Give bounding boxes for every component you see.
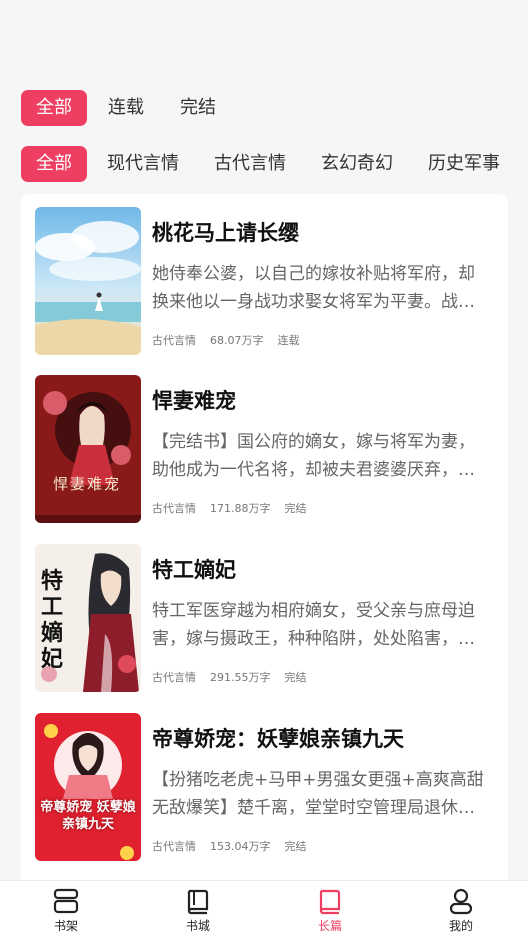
list-item[interactable]: 特工嫡妃 特工嫡妃 特工军医穿越为相府嫡女，受父亲与庶母迫害，嫁与摄政王，种种陷… bbox=[35, 544, 495, 694]
book-status: 完结 bbox=[284, 840, 307, 853]
tab-label: 书城 bbox=[185, 919, 210, 933]
tab-mine[interactable]: 我的 bbox=[431, 887, 491, 934]
book-title[interactable]: 悍妻难宠 bbox=[152, 385, 236, 415]
tab-label: 书架 bbox=[53, 919, 78, 933]
book-icon bbox=[319, 889, 341, 915]
book-cover[interactable] bbox=[35, 207, 141, 355]
book-cover[interactable]: 悍妻难宠 bbox=[35, 375, 141, 523]
book-genre: 古代言情 bbox=[152, 334, 196, 347]
status-filter-serializing[interactable]: 连载 bbox=[93, 90, 159, 126]
book-description: 特工军医穿越为相府嫡女，受父亲与庶母迫害，嫁与摄政王，种种陷阱，处处陷害，步步为… bbox=[152, 601, 475, 649]
list-item[interactable]: 悍妻难宠 悍妻难宠 【完结书】国公府的嫡女，嫁与将军为妻，助他成为一代名将，却被… bbox=[35, 375, 495, 525]
book-meta: 古代言情 153.04万字 完结 bbox=[152, 838, 321, 854]
book-word-count: 291.55万字 bbox=[210, 671, 271, 684]
genre-filter-ancient-romance[interactable]: 古代言情 bbox=[199, 146, 301, 182]
genre-filter-all[interactable]: 全部 bbox=[21, 146, 87, 182]
bottom-tab-bar: 书架 书城 长篇 我的 bbox=[0, 880, 528, 940]
cover-title: 悍妻难宠 bbox=[53, 475, 122, 493]
status-filter-completed[interactable]: 完结 bbox=[165, 90, 231, 126]
book-icon bbox=[187, 889, 209, 915]
book-status: 连载 bbox=[277, 334, 300, 347]
book-genre: 古代言情 bbox=[152, 502, 196, 515]
genre-filter-fantasy[interactable]: 玄幻奇幻 bbox=[306, 146, 408, 182]
book-cover[interactable]: 特工嫡妃 bbox=[35, 544, 141, 692]
book-status: 完结 bbox=[284, 502, 307, 515]
tab-label: 长篇 bbox=[317, 919, 342, 933]
book-description: 她侍奉公婆，以自己的嫁妆补贴将军府，却换来他以一身战功求娶女将军为平妻。战神将军… bbox=[152, 264, 475, 312]
book-word-count: 153.04万字 bbox=[210, 840, 271, 853]
book-genre: 古代言情 bbox=[152, 840, 196, 853]
list-item[interactable]: 帝尊娇宠 妖孽娘亲镇九天 帝尊娇宠：妖孽娘亲镇九天 【扮猪吃老虎+马甲+男强女更… bbox=[35, 713, 495, 863]
book-meta: 古代言情 171.88万字 完结 bbox=[152, 500, 321, 516]
cover-title: 帝尊娇宠 妖孽娘亲镇九天 bbox=[40, 800, 136, 832]
book-title[interactable]: 帝尊娇宠：妖孽娘亲镇九天 bbox=[152, 723, 404, 753]
book-word-count: 68.07万字 bbox=[210, 334, 264, 347]
book-list: 桃花马上请长缨 她侍奉公婆，以自己的嫁妆补贴将军府，却换来他以一身战功求娶女将军… bbox=[21, 194, 508, 884]
book-status: 完结 bbox=[284, 671, 307, 684]
user-icon bbox=[449, 888, 473, 915]
book-description: 【完结书】国公府的嫡女，嫁与将军为妻，助他成为一代名将，却被夫君婆婆厌弃，夫君另… bbox=[152, 432, 475, 480]
book-cover[interactable]: 帝尊娇宠 妖孽娘亲镇九天 bbox=[35, 713, 141, 861]
tab-long-novels[interactable]: 长篇 bbox=[300, 887, 360, 934]
bookshelf-icon bbox=[53, 888, 79, 914]
tab-label: 我的 bbox=[448, 919, 473, 933]
status-filter-all[interactable]: 全部 bbox=[21, 90, 87, 126]
tab-bookstore[interactable]: 书城 bbox=[168, 887, 228, 934]
genre-filter-row: 全部 现代言情 古代言情 玄幻奇幻 历史军事 bbox=[21, 146, 520, 182]
status-filter-row: 全部 连载 完结 bbox=[21, 90, 237, 126]
book-meta: 古代言情 68.07万字 连载 bbox=[152, 332, 314, 348]
list-item[interactable]: 桃花马上请长缨 她侍奉公婆，以自己的嫁妆补贴将军府，却换来他以一身战功求娶女将军… bbox=[35, 207, 495, 357]
book-genre: 古代言情 bbox=[152, 671, 196, 684]
cover-title: 特工嫡妃 bbox=[41, 568, 64, 672]
book-word-count: 171.88万字 bbox=[210, 502, 271, 515]
book-description: 【扮猪吃老虎+马甲+男强女更强+高爽高甜无敌爆笑】楚千离，堂堂时空管理局退休人员 bbox=[152, 770, 484, 818]
tab-bookshelf[interactable]: 书架 bbox=[36, 887, 96, 934]
book-title[interactable]: 特工嫡妃 bbox=[152, 554, 236, 584]
book-title[interactable]: 桃花马上请长缨 bbox=[152, 217, 299, 247]
book-meta: 古代言情 291.55万字 完结 bbox=[152, 669, 321, 685]
genre-filter-modern-romance[interactable]: 现代言情 bbox=[92, 146, 194, 182]
genre-filter-history-military[interactable]: 历史军事 bbox=[413, 146, 515, 182]
